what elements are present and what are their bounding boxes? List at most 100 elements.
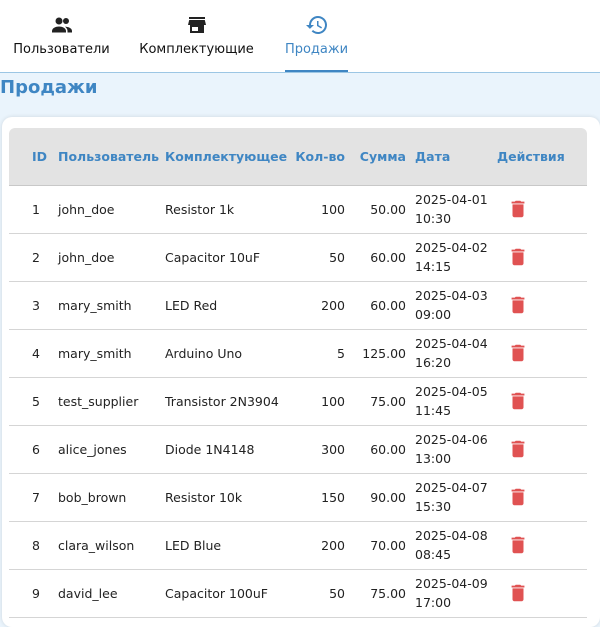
delete-icon[interactable] (507, 246, 529, 268)
cell-date: 2025-04-01 10:30 (409, 185, 494, 234)
cell-user: mary_smith (54, 281, 161, 330)
column-header-id[interactable]: ID (9, 128, 54, 186)
cell-component: Resistor 10k (161, 473, 287, 522)
table-row: 8 clara_wilson LED Blue 200 70.00 2025-04-08 … (9, 521, 587, 570)
page-title: Продажи (0, 77, 98, 98)
cell-id: 9 (9, 569, 54, 618)
cell-actions (494, 233, 587, 282)
cell-user: john_doe (54, 233, 161, 282)
cell-actions (494, 521, 587, 570)
cell-sum: 70.00 (347, 521, 409, 570)
column-header-sum[interactable]: Сумма (347, 128, 409, 186)
cell-id: 5 (9, 377, 54, 426)
table-row: 4 mary_smith Arduino Uno 5 125.00 2025-04-04 … (9, 329, 587, 378)
sales-table-container: ID Пользователь Комплектующее Кол-во Сум… (9, 128, 587, 618)
cell-user: alice_jones (54, 425, 161, 474)
cell-quantity: 50 (287, 233, 347, 282)
tab-sales[interactable]: Продажи (285, 0, 348, 72)
cell-date: 2025-04-09 17:00 (409, 569, 494, 618)
table-header-row: ID Пользователь Комплектующее Кол-во Сум… (9, 128, 587, 186)
cell-sum: 75.00 (347, 377, 409, 426)
cell-component: LED Blue (161, 521, 287, 570)
cell-date: 2025-04-06 13:00 (409, 425, 494, 474)
delete-icon[interactable] (507, 534, 529, 556)
cell-quantity: 100 (287, 185, 347, 234)
people-icon (51, 17, 72, 33)
cell-actions (494, 473, 587, 522)
delete-icon[interactable] (507, 438, 529, 460)
cell-sum: 75.00 (347, 569, 409, 618)
cell-id: 2 (9, 233, 54, 282)
cell-date: 2025-04-08 08:45 (409, 521, 494, 570)
table-row: 6 alice_jones Diode 1N4148 300 60.00 2025-04-… (9, 425, 587, 474)
store-icon (187, 17, 206, 33)
cell-actions (494, 185, 587, 234)
cell-sum: 60.00 (347, 425, 409, 474)
cell-user: clara_wilson (54, 521, 161, 570)
cell-component: LED Red (161, 281, 287, 330)
cell-date: 2025-04-02 14:15 (409, 233, 494, 282)
cell-component: Capacitor 100uF (161, 569, 287, 618)
delete-icon[interactable] (507, 342, 529, 364)
cell-quantity: 200 (287, 521, 347, 570)
column-header-user[interactable]: Пользователь (54, 128, 161, 186)
cell-component: Transistor 2N3904 (161, 377, 287, 426)
cell-id: 1 (9, 185, 54, 234)
cell-date: 2025-04-04 16:20 (409, 329, 494, 378)
tab-components[interactable]: Комплектующие (139, 0, 254, 72)
tab-users[interactable]: Пользователи (13, 0, 110, 72)
cell-actions (494, 569, 587, 618)
cell-component: Arduino Uno (161, 329, 287, 378)
cell-date: 2025-04-07 15:30 (409, 473, 494, 522)
table-row: 2 john_doe Capacitor 10uF 50 60.00 2025-04-02… (9, 233, 587, 282)
delete-icon[interactable] (507, 294, 529, 316)
cell-quantity: 200 (287, 281, 347, 330)
table-row: 5 test_supplier Transistor 2N3904 100 75.00 2… (9, 377, 587, 426)
history-icon (305, 16, 327, 34)
tab-users-label: Пользователи (13, 42, 110, 57)
cell-quantity: 5 (287, 329, 347, 378)
column-header-date[interactable]: Дата (409, 128, 494, 186)
table-row: 1 john_doe Resistor 1k 100 50.00 2025-04-01 1… (9, 185, 587, 234)
cell-actions (494, 281, 587, 330)
cell-component: Resistor 1k (161, 185, 287, 234)
tab-sales-label: Продажи (284, 42, 349, 57)
cell-id: 7 (9, 473, 54, 522)
cell-sum: 90.00 (347, 473, 409, 522)
cell-component: Capacitor 10uF (161, 233, 287, 282)
cell-component: Diode 1N4148 (161, 425, 287, 474)
cell-quantity: 50 (287, 569, 347, 618)
cell-actions (494, 425, 587, 474)
cell-actions (494, 329, 587, 378)
cell-user: mary_smith (54, 329, 161, 378)
tab-components-label: Комплектующие (139, 42, 254, 57)
table-row: 7 bob_brown Resistor 10k 150 90.00 2025-04-07… (9, 473, 587, 522)
cell-user: john_doe (54, 185, 161, 234)
cell-quantity: 100 (287, 377, 347, 426)
cell-sum: 125.00 (347, 329, 409, 378)
delete-icon[interactable] (507, 582, 529, 604)
delete-icon[interactable] (507, 486, 529, 508)
cell-sum: 50.00 (347, 185, 409, 234)
cell-date: 2025-04-03 09:00 (409, 281, 494, 330)
column-header-actions: Действия (494, 128, 587, 186)
cell-sum: 60.00 (347, 281, 409, 330)
table-row: 9 david_lee Capacitor 100uF 50 75.00 2025-04-… (9, 569, 587, 618)
cell-user: test_supplier (54, 377, 161, 426)
cell-id: 6 (9, 425, 54, 474)
sales-table: ID Пользователь Комплектующее Кол-во Сум… (9, 128, 587, 618)
column-header-quantity[interactable]: Кол-во (287, 128, 347, 186)
cell-user: david_lee (54, 569, 161, 618)
delete-icon[interactable] (507, 198, 529, 220)
delete-icon[interactable] (507, 390, 529, 412)
cell-id: 3 (9, 281, 54, 330)
cell-date: 2025-04-05 11:45 (409, 377, 494, 426)
cell-quantity: 150 (287, 473, 347, 522)
column-header-component[interactable]: Комплектующее (161, 128, 287, 186)
cell-actions (494, 377, 587, 426)
top-navigation: Пользователи Комплектующие Продажи (0, 0, 600, 73)
cell-quantity: 300 (287, 425, 347, 474)
cell-id: 8 (9, 521, 54, 570)
table-row: 3 mary_smith LED Red 200 60.00 2025-04-03 09:… (9, 281, 587, 330)
cell-sum: 60.00 (347, 233, 409, 282)
